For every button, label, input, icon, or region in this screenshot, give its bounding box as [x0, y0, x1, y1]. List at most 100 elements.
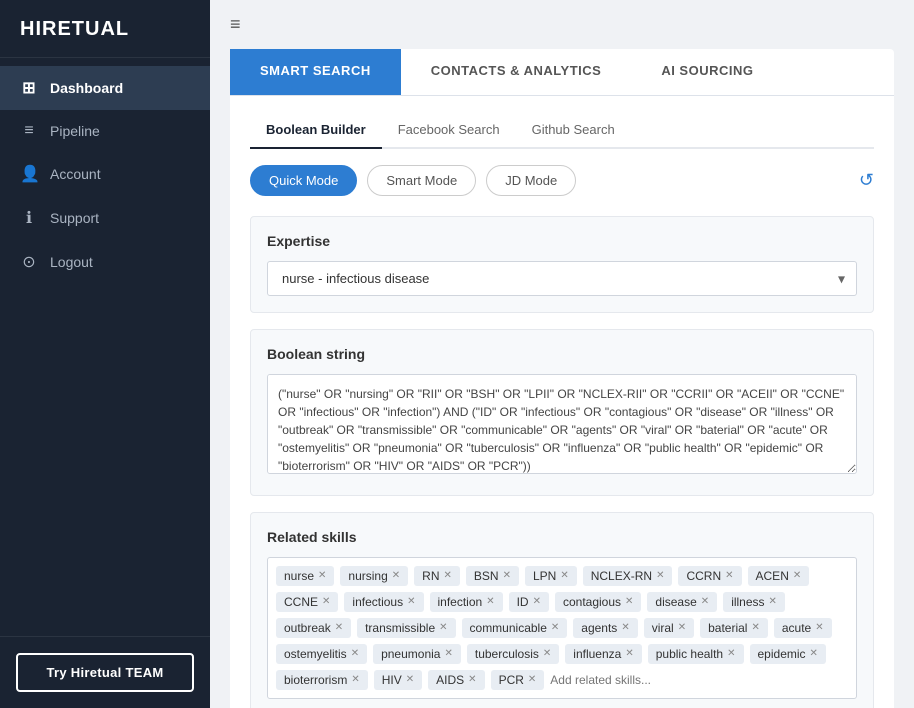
main-tab-contacts-analytics[interactable]: CONTACTS & ANALYTICS	[401, 49, 632, 95]
sub-tab-facebook-search[interactable]: Facebook Search	[382, 114, 516, 149]
remove-skill-icon[interactable]: ✕	[318, 571, 326, 581]
sidebar-item-account[interactable]: 👤 Account	[0, 152, 210, 196]
skill-tag: CCNE✕	[276, 592, 338, 612]
sidebar-item-pipeline[interactable]: ≡ Pipeline	[0, 110, 210, 152]
remove-skill-icon[interactable]: ✕	[351, 649, 359, 659]
remove-skill-icon[interactable]: ✕	[407, 597, 415, 607]
expertise-title: Expertise	[267, 233, 857, 249]
top-bar: ≡	[210, 0, 914, 49]
remove-skill-icon[interactable]: ✕	[335, 623, 343, 633]
sub-tab-github-search[interactable]: Github Search	[516, 114, 631, 149]
expertise-select-wrapper: nurse - infectious diseasesoftware engin…	[267, 261, 857, 296]
remove-skill-icon[interactable]: ✕	[406, 675, 414, 685]
skill-tag: transmissible✕	[357, 618, 455, 638]
sidebar-nav: ⊞ Dashboard ≡ Pipeline 👤 Account ℹ Support ⊙ Logo…	[0, 58, 210, 636]
remove-skill-icon[interactable]: ✕	[810, 649, 818, 659]
boolean-string-section: Boolean string ("nurse" OR "nursing" OR …	[250, 329, 874, 496]
mode-btn-quick-mode[interactable]: Quick Mode	[250, 165, 357, 196]
remove-skill-icon[interactable]: ✕	[351, 675, 359, 685]
pipeline-icon: ≡	[20, 122, 38, 140]
skill-tag: NCLEX-RN✕	[583, 566, 673, 586]
remove-skill-icon[interactable]: ✕	[533, 597, 541, 607]
skill-tag: LPN✕	[525, 566, 577, 586]
skill-tag: disease✕	[647, 592, 717, 612]
hamburger-icon[interactable]: ≡	[230, 14, 241, 34]
skill-tag: infection✕	[430, 592, 503, 612]
expertise-select[interactable]: nurse - infectious diseasesoftware engin…	[267, 261, 857, 296]
skill-tag: ACEN✕	[748, 566, 810, 586]
remove-skill-icon[interactable]: ✕	[392, 571, 400, 581]
remove-skill-icon[interactable]: ✕	[444, 571, 452, 581]
sidebar-item-label: Logout	[50, 254, 93, 270]
remove-skill-icon[interactable]: ✕	[725, 571, 733, 581]
remove-skill-icon[interactable]: ✕	[625, 649, 633, 659]
remove-skill-icon[interactable]: ✕	[815, 623, 823, 633]
dashboard-icon: ⊞	[20, 78, 38, 98]
remove-skill-icon[interactable]: ✕	[751, 623, 759, 633]
related-skills-section: Related skills nurse✕nursing✕RN✕BSN✕LPN✕…	[250, 512, 874, 708]
skill-tag: communicable✕	[462, 618, 568, 638]
main-tab-smart-search[interactable]: SMART SEARCH	[230, 49, 401, 95]
mode-btn-smart-mode[interactable]: Smart Mode	[367, 165, 476, 196]
skill-tag: outbreak✕	[276, 618, 351, 638]
main-content: ≡ SMART SEARCHCONTACTS & ANALYTICSAI SOU…	[210, 0, 914, 708]
sidebar-logo: HIRETUAL	[0, 0, 210, 58]
sidebar-item-label: Dashboard	[50, 80, 123, 96]
remove-skill-icon[interactable]: ✕	[727, 649, 735, 659]
skill-tag: infectious✕	[344, 592, 423, 612]
skill-tag: public health✕	[648, 644, 744, 664]
skill-tag: ostemyelitis✕	[276, 644, 367, 664]
skill-tag: influenza✕	[565, 644, 641, 664]
sidebar-cta: Try Hiretual TEAM	[0, 636, 210, 708]
sidebar-item-label: Pipeline	[50, 123, 100, 139]
skill-tag: BSN✕	[466, 566, 519, 586]
skill-tag: RN✕	[414, 566, 460, 586]
remove-skill-icon[interactable]: ✕	[486, 597, 494, 607]
boolean-string-textarea[interactable]: ("nurse" OR "nursing" OR "RII" OR "BSH" …	[267, 374, 857, 474]
sub-tab-boolean-builder[interactable]: Boolean Builder	[250, 114, 382, 149]
skill-tag: illness✕	[723, 592, 785, 612]
remove-skill-icon[interactable]: ✕	[468, 675, 476, 685]
sidebar-item-support[interactable]: ℹ Support	[0, 196, 210, 240]
support-icon: ℹ	[20, 208, 38, 228]
remove-skill-icon[interactable]: ✕	[769, 597, 777, 607]
remove-skill-icon[interactable]: ✕	[439, 623, 447, 633]
add-skill-input[interactable]	[550, 670, 705, 690]
skill-tag: AIDS✕	[428, 670, 484, 690]
logout-icon: ⊙	[20, 252, 38, 272]
remove-skill-icon[interactable]: ✕	[528, 675, 536, 685]
skill-tag: nurse✕	[276, 566, 334, 586]
remove-skill-icon[interactable]: ✕	[701, 597, 709, 607]
related-skills-title: Related skills	[267, 529, 857, 545]
mode-btn-jd-mode[interactable]: JD Mode	[486, 165, 576, 196]
sidebar-item-logout[interactable]: ⊙ Logout	[0, 240, 210, 284]
main-tab-ai-sourcing[interactable]: AI SOURCING	[631, 49, 783, 95]
skill-tag: tuberculosis✕	[467, 644, 559, 664]
remove-skill-icon[interactable]: ✕	[678, 623, 686, 633]
skill-tag: bioterrorism✕	[276, 670, 368, 690]
sidebar-item-label: Support	[50, 210, 99, 226]
remove-skill-icon[interactable]: ✕	[551, 623, 559, 633]
expertise-section: Expertise nurse - infectious diseasesoft…	[250, 216, 874, 313]
remove-skill-icon[interactable]: ✕	[503, 571, 511, 581]
sub-tabs: Boolean BuilderFacebook SearchGithub Sea…	[250, 114, 874, 149]
sidebar-item-dashboard[interactable]: ⊞ Dashboard	[0, 66, 210, 110]
remove-skill-icon[interactable]: ✕	[625, 597, 633, 607]
remove-skill-icon[interactable]: ✕	[793, 571, 801, 581]
account-icon: 👤	[20, 164, 38, 184]
skill-tag: viral✕	[644, 618, 694, 638]
skills-container: nurse✕nursing✕RN✕BSN✕LPN✕NCLEX-RN✕CCRN✕A…	[267, 557, 857, 699]
remove-skill-icon[interactable]: ✕	[322, 597, 330, 607]
sidebar-item-label: Account	[50, 166, 101, 182]
boolean-string-title: Boolean string	[267, 346, 857, 362]
reset-button[interactable]: ↺	[859, 170, 874, 191]
remove-skill-icon[interactable]: ✕	[656, 571, 664, 581]
skill-tag: CCRN✕	[678, 566, 741, 586]
skill-tag: baterial✕	[700, 618, 768, 638]
remove-skill-icon[interactable]: ✕	[543, 649, 551, 659]
skill-tag: epidemic✕	[750, 644, 826, 664]
remove-skill-icon[interactable]: ✕	[560, 571, 568, 581]
remove-skill-icon[interactable]: ✕	[444, 649, 452, 659]
remove-skill-icon[interactable]: ✕	[621, 623, 629, 633]
try-team-button[interactable]: Try Hiretual TEAM	[16, 653, 194, 692]
